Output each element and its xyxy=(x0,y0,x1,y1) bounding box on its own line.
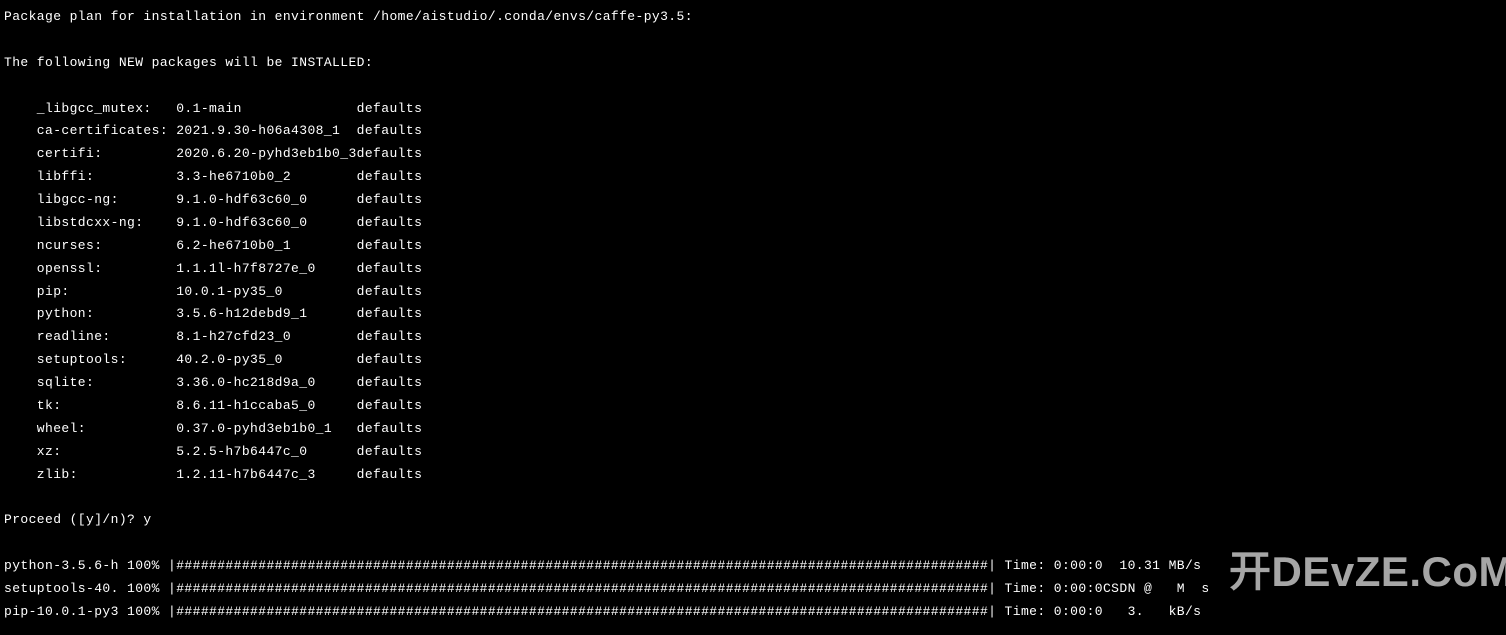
terminal-line: ncurses: 6.2-he6710b0_1 defaults xyxy=(4,238,422,253)
terminal-line: libffi: 3.3-he6710b0_2 defaults xyxy=(4,169,422,184)
terminal-line: _libgcc_mutex: 0.1-main defaults xyxy=(4,101,422,116)
terminal-line: sqlite: 3.36.0-hc218d9a_0 defaults xyxy=(4,375,422,390)
terminal-line: The following NEW packages will be INSTA… xyxy=(4,55,373,70)
terminal-line: setuptools: 40.2.0-py35_0 defaults xyxy=(4,352,422,367)
terminal-line: openssl: 1.1.1l-h7f8727e_0 defaults xyxy=(4,261,422,276)
terminal-output: Package plan for installation in environ… xyxy=(0,0,1506,635)
terminal-line: libstdcxx-ng: 9.1.0-hdf63c60_0 defaults xyxy=(4,215,422,230)
terminal-line: readline: 8.1-h27cfd23_0 defaults xyxy=(4,329,422,344)
terminal-line: certifi: 2020.6.20-pyhd3eb1b0_3defaults xyxy=(4,146,422,161)
terminal-line: xz: 5.2.5-h7b6447c_0 defaults xyxy=(4,444,422,459)
terminal-line: pip: 10.0.1-py35_0 defaults xyxy=(4,284,422,299)
terminal-line: tk: 8.6.11-h1ccaba5_0 defaults xyxy=(4,398,422,413)
terminal-line: Package plan for installation in environ… xyxy=(4,9,693,24)
terminal-line: zlib: 1.2.11-h7b6447c_3 defaults xyxy=(4,467,422,482)
terminal-line: wheel: 0.37.0-pyhd3eb1b0_1 defaults xyxy=(4,421,422,436)
download-progress-line: pip-10.0.1-py3 100% |###################… xyxy=(4,604,1201,619)
download-progress-line: setuptools-40. 100% |###################… xyxy=(4,581,1210,596)
proceed-prompt[interactable]: Proceed ([y]/n)? y xyxy=(4,512,152,527)
terminal-line: python: 3.5.6-h12debd9_1 defaults xyxy=(4,306,422,321)
terminal-line: libgcc-ng: 9.1.0-hdf63c60_0 defaults xyxy=(4,192,422,207)
download-progress-line: python-3.5.6-h 100% |###################… xyxy=(4,558,1201,573)
terminal-line: ca-certificates: 2021.9.30-h06a4308_1 de… xyxy=(4,123,422,138)
